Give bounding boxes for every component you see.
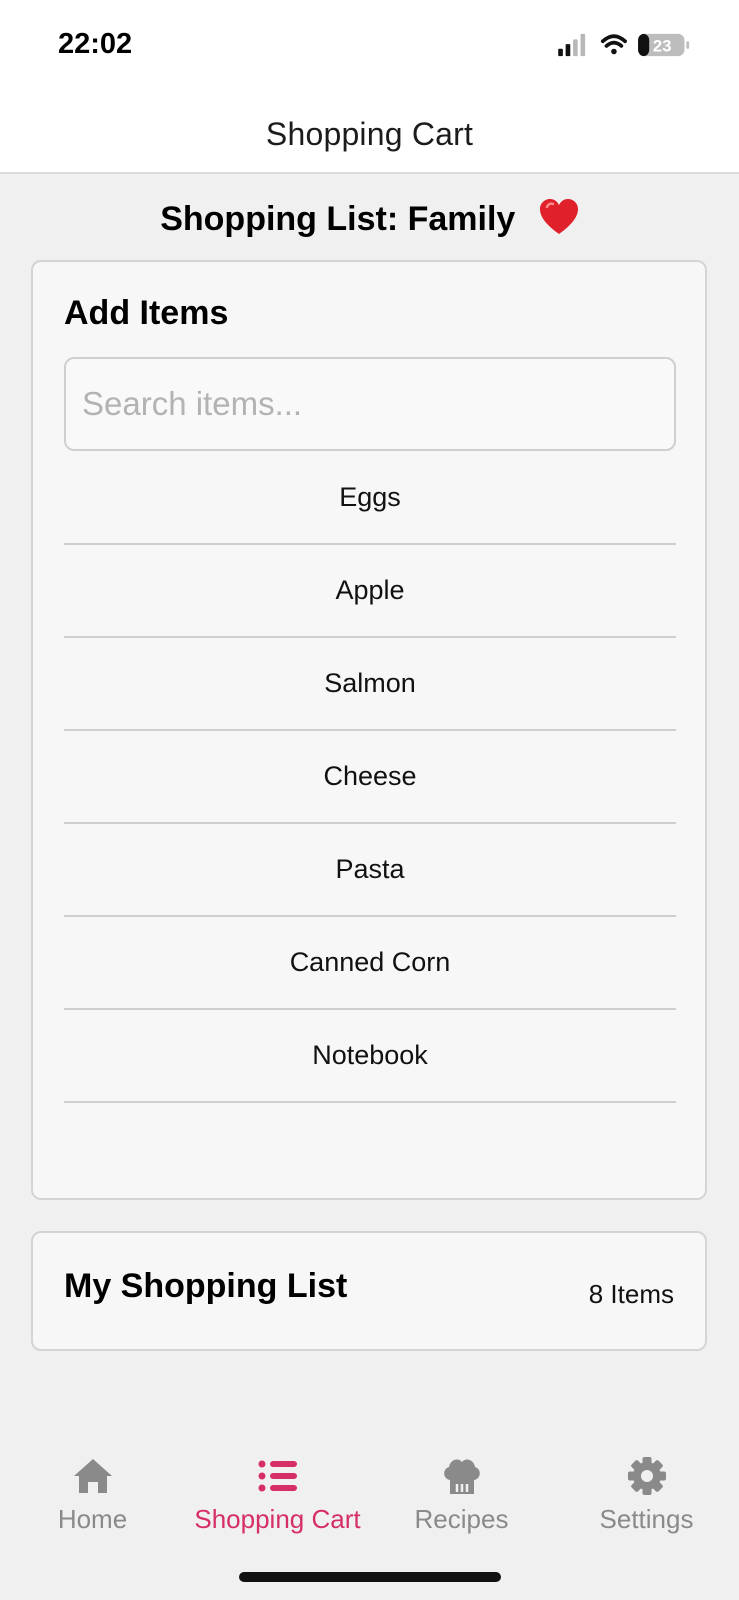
item-count: 8 Items <box>588 1279 674 1309</box>
item-label: Eggs <box>339 482 401 512</box>
status-icons: 23 <box>558 33 690 57</box>
item-label: Pasta <box>335 854 405 884</box>
status-bar: 22:02 23 <box>0 0 739 96</box>
search-input[interactable] <box>64 357 676 451</box>
my-shopping-list-title: My Shopping List <box>64 1267 348 1305</box>
item-label: Salmon <box>324 668 416 698</box>
list-item[interactable]: Pasta <box>64 824 676 917</box>
gear-icon <box>627 1457 666 1495</box>
page-title: Shopping Cart <box>265 115 474 152</box>
status-time: 22:02 <box>58 28 133 60</box>
heart-icon <box>539 199 578 234</box>
battery-level: 23 <box>653 37 672 56</box>
chef-hat-icon <box>443 1459 480 1494</box>
list-item[interactable]: Salmon <box>64 638 676 731</box>
add-items-card: Add Items Eggs Apple Salmon Cheese Pasta… <box>31 260 707 1200</box>
home-icon <box>73 1459 112 1493</box>
tab-shopping-cart[interactable]: Shopping Cart <box>185 1456 370 1535</box>
shopping-list-title: Shopping List: Family <box>0 198 739 239</box>
shopping-list-title-text: Shopping List: Family <box>160 200 516 238</box>
cellular-signal-icon <box>558 33 586 57</box>
list-item[interactable]: Apple <box>64 545 676 638</box>
item-list: Eggs Apple Salmon Cheese Pasta Canned Co… <box>64 452 676 1103</box>
tab-label: Recipes <box>414 1504 509 1534</box>
my-shopping-list-card[interactable]: My Shopping List 8 Items <box>31 1231 707 1351</box>
tab-home[interactable]: Home <box>0 1456 185 1535</box>
item-label: Cheese <box>323 761 417 791</box>
list-icon <box>258 1460 297 1492</box>
tab-label: Settings <box>599 1504 694 1534</box>
nav-header: Shopping Cart <box>0 96 739 174</box>
tab-label: Home <box>57 1504 128 1534</box>
home-indicator <box>239 1572 501 1582</box>
item-label: Apple <box>335 575 405 605</box>
item-label: Notebook <box>312 1040 428 1070</box>
tab-label: Shopping Cart <box>194 1504 361 1534</box>
list-item[interactable]: Eggs <box>64 452 676 545</box>
list-item[interactable]: Notebook <box>64 1010 676 1103</box>
list-item[interactable]: Canned Corn <box>64 917 676 1010</box>
battery-icon: 23 <box>638 33 690 57</box>
wifi-icon <box>600 34 627 55</box>
add-items-title: Add Items <box>64 294 229 332</box>
tab-settings[interactable]: Settings <box>554 1456 739 1535</box>
item-label: Canned Corn <box>289 947 451 977</box>
list-item[interactable]: Cheese <box>64 731 676 824</box>
tab-recipes[interactable]: Recipes <box>369 1456 554 1535</box>
